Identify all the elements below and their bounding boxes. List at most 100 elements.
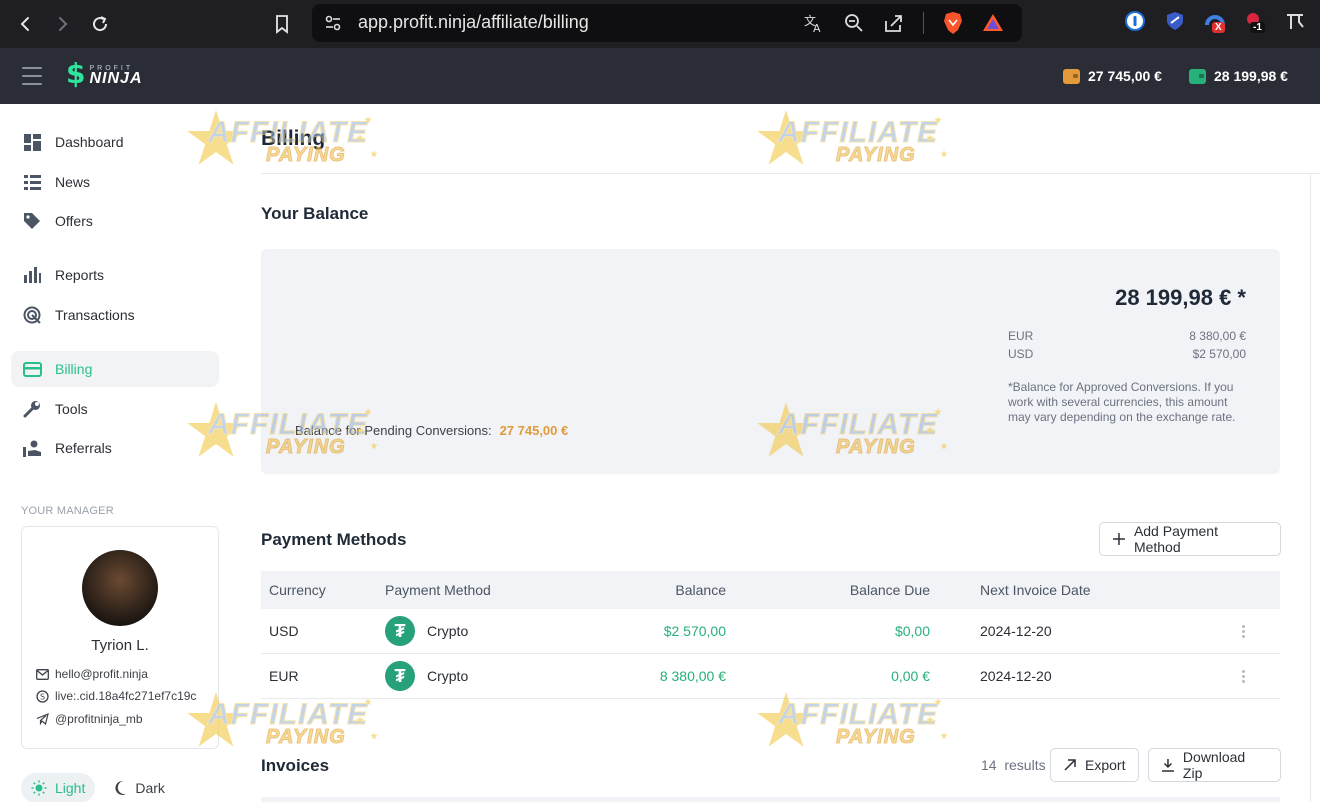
tether-icon: ₮ [385,661,415,691]
credit-card-icon [22,361,42,377]
wrench-icon [23,401,40,418]
back-arrow-icon [20,17,29,31]
site-settings-icon[interactable] [324,14,342,32]
column-header-balance: Balance [675,582,726,598]
header-pending-balance: 27 745,00 € [1063,68,1162,84]
table-row[interactable]: USD ₮ Crypto $2 570,00 $0,00 2024-12-20 [261,609,1280,654]
more-vertical-icon [1242,669,1245,683]
export-label: Export [1085,757,1126,773]
manager-skype-text: live:.cid.18a4fc271ef7c19c [55,689,197,703]
download-zip-button[interactable]: Download Zip [1148,748,1281,782]
balance-row-amount: $2 570,00 [1192,347,1246,361]
referrals-icon [22,440,41,457]
manager-email-text: hello@profit.ninja [55,667,148,681]
theme-toggle: Light Dark [21,773,175,802]
address-bar[interactable]: app.profit.ninja/affiliate/billing 文A [312,4,1022,42]
payment-methods-heading: Payment Methods [261,530,407,549]
sidebar: Dashboard News Offers Reports Transactio… [0,104,238,802]
manager-skype[interactable]: S live:.cid.18a4fc271ef7c19c [36,689,196,703]
pending-amount: 27 745,00 € [499,423,569,438]
sidebar-label-reports: Reports [55,267,105,283]
sidebar-item-offers[interactable]: Offers [11,203,219,239]
balance-total: 28 199,98 € * [1115,285,1246,310]
menu-toggle-icon[interactable] [22,67,42,85]
sidebar-item-dashboard[interactable]: Dashboard [11,124,219,160]
watermark: AFFILIATE PAYING [756,108,956,176]
sidebar-item-billing[interactable]: Billing [11,351,219,387]
row-actions-menu[interactable] [1242,609,1245,653]
browser-toolbar: app.profit.ninja/affiliate/billing 文A X … [0,0,1320,48]
add-payment-method-label: Add Payment Method [1133,523,1218,555]
extension-1password-icon[interactable] [1124,10,1146,32]
balance-row-amount: 8 380,00 € [1189,329,1246,343]
news-icon [23,174,41,190]
profit-ninja-logo[interactable]: $ PROFIT NINJA [66,60,143,88]
mail-icon [36,668,49,680]
extension-shield-icon[interactable] [1164,10,1186,32]
brave-shield-icon[interactable] [942,11,964,35]
row-method: ₮ Crypto [385,654,468,698]
add-payment-method-button[interactable]: Add Payment Method [1099,522,1281,556]
sidebar-item-news[interactable]: News [11,164,219,200]
extension-gauge[interactable]: X [1204,10,1226,33]
theme-dark-button[interactable]: Dark [103,773,175,802]
skype-icon: S [36,689,49,703]
pending-label: Balance for Pending Conversions: [295,423,492,438]
export-button[interactable]: Export [1050,748,1139,782]
balance-row-currency: EUR [1008,329,1034,343]
row-balance: 8 380,00 € [659,668,726,684]
row-next-date: 2024-12-20 [980,623,1052,639]
extension-tool-icon[interactable] [1284,10,1306,32]
brave-rewards-icon[interactable] [982,12,1004,34]
invoices-table-header [261,797,1280,802]
forward-button[interactable] [48,10,76,38]
sidebar-item-reports[interactable]: Reports [11,257,219,293]
manager-name: Tyrion L. [91,637,149,654]
sidebar-item-tools[interactable]: Tools [11,391,219,427]
sidebar-label-news: News [55,174,91,190]
logo-big-text: NINJA [89,70,143,87]
invoices-results-count: 14 results [981,757,1046,773]
row-balance: $2 570,00 [663,623,726,639]
zoom-icon[interactable] [843,12,865,34]
row-next-date: 2024-12-20 [980,668,1052,684]
url-text: app.profit.ninja/affiliate/billing [358,12,589,32]
transactions-icon [23,306,41,324]
theme-dark-label: Dark [135,780,165,796]
sidebar-label-dashboard: Dashboard [55,134,124,150]
manager-telegram[interactable]: @profitninja_mb [36,712,143,726]
balance-note: *Balance for Approved Conversions. If yo… [1008,380,1236,424]
reload-button[interactable] [86,10,114,38]
page-title: Billing [261,127,326,150]
column-header-balance-due: Balance Due [849,582,930,598]
extension-alert[interactable]: -1 [1244,10,1266,33]
translate-icon[interactable]: 文A [803,12,825,34]
extension-badge-count: -1 [1250,22,1265,33]
table-row[interactable]: EUR ₮ Crypto 8 380,00 € 0,00 € 2024-12-2… [261,654,1280,699]
manager-email[interactable]: hello@profit.ninja [36,667,148,681]
row-currency: USD [269,623,299,639]
row-actions-menu[interactable] [1242,654,1245,698]
pending-balance: Balance for Pending Conversions: 27 745,0… [295,423,568,438]
more-vertical-icon [1242,624,1245,638]
manager-avatar [82,550,158,626]
download-icon [1161,759,1174,772]
theme-light-button[interactable]: Light [21,773,96,802]
bookmark-button[interactable] [268,10,296,38]
wallet-approved-icon [1189,68,1206,84]
sidebar-item-referrals[interactable]: Referrals [11,430,219,466]
sidebar-item-transactions[interactable]: Transactions [11,297,219,333]
app-header: $ PROFIT NINJA 27 745,00 € 28 199,98 € [0,48,1320,104]
theme-light-label: Light [55,780,86,796]
download-zip-label: Download Zip [1182,749,1246,781]
back-button[interactable] [12,10,40,38]
row-method: ₮ Crypto [385,609,468,653]
share-icon[interactable] [883,12,905,34]
balance-row-usd: USD $2 570,00 [1008,347,1246,361]
manager-card: Tyrion L. hello@profit.ninja S live:.cid… [21,526,219,749]
results-count-label: results [1004,757,1046,773]
balance-row-eur: EUR 8 380,00 € [1008,329,1246,343]
logo-dollar-mark: $ [66,57,86,90]
header-approved-amount: 28 199,98 € [1214,68,1288,84]
balance-card: 28 199,98 € * EUR 8 380,00 € USD $2 570,… [261,249,1280,474]
